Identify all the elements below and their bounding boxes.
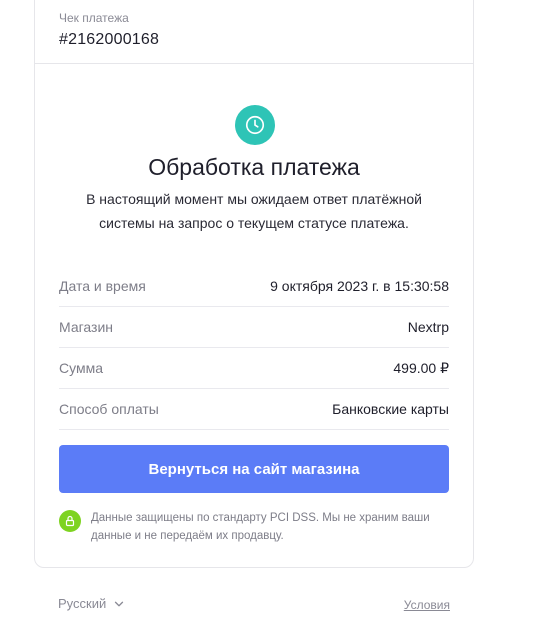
detail-label: Сумма <box>59 360 103 376</box>
chevron-down-icon <box>115 601 124 606</box>
receipt-label: Чек платежа <box>59 11 129 25</box>
payment-card: Чек платежа #2162000168 Обработка платеж… <box>34 0 474 568</box>
payment-details: Дата и время 9 октября 2023 г. в 15:30:5… <box>59 266 449 430</box>
detail-row-shop: Магазин Nextrp <box>59 307 449 348</box>
language-label: Русский <box>58 596 107 611</box>
language-selector[interactable]: Русский <box>58 596 126 611</box>
divider <box>35 63 473 64</box>
receipt-header: Чек платежа #2162000168 <box>59 1 449 63</box>
detail-label: Способ оплаты <box>59 401 159 417</box>
lock-icon <box>59 510 81 532</box>
clock-icon <box>235 105 275 145</box>
detail-label: Дата и время <box>59 278 146 294</box>
detail-value: 499.00 ₽ <box>393 359 449 376</box>
detail-value: 9 октября 2023 г. в 15:30:58 <box>270 278 449 294</box>
return-to-shop-button[interactable]: Вернуться на сайт магазина <box>59 445 449 493</box>
terms-link[interactable]: Условия <box>404 598 450 612</box>
footer: Русский Условия <box>58 596 450 616</box>
status-title: Обработка платежа <box>148 154 360 180</box>
status-description: В настоящий момент мы ожидаем ответ плат… <box>86 191 422 231</box>
detail-value: Банковские карты <box>332 401 449 417</box>
security-notice: Данные защищены по стандарту PCI DSS. Мы… <box>59 509 449 545</box>
detail-label: Магазин <box>59 319 114 335</box>
detail-row-datetime: Дата и время 9 октября 2023 г. в 15:30:5… <box>59 266 449 307</box>
detail-value: Nextrp <box>407 319 449 335</box>
detail-row-payment-method: Способ оплаты Банковские карты <box>59 389 449 430</box>
detail-row-amount: Сумма 499.00 ₽ <box>59 348 449 389</box>
receipt-number: #2162000168 <box>59 31 160 48</box>
security-text: Данные защищены по стандарту PCI DSS. Мы… <box>91 512 430 542</box>
